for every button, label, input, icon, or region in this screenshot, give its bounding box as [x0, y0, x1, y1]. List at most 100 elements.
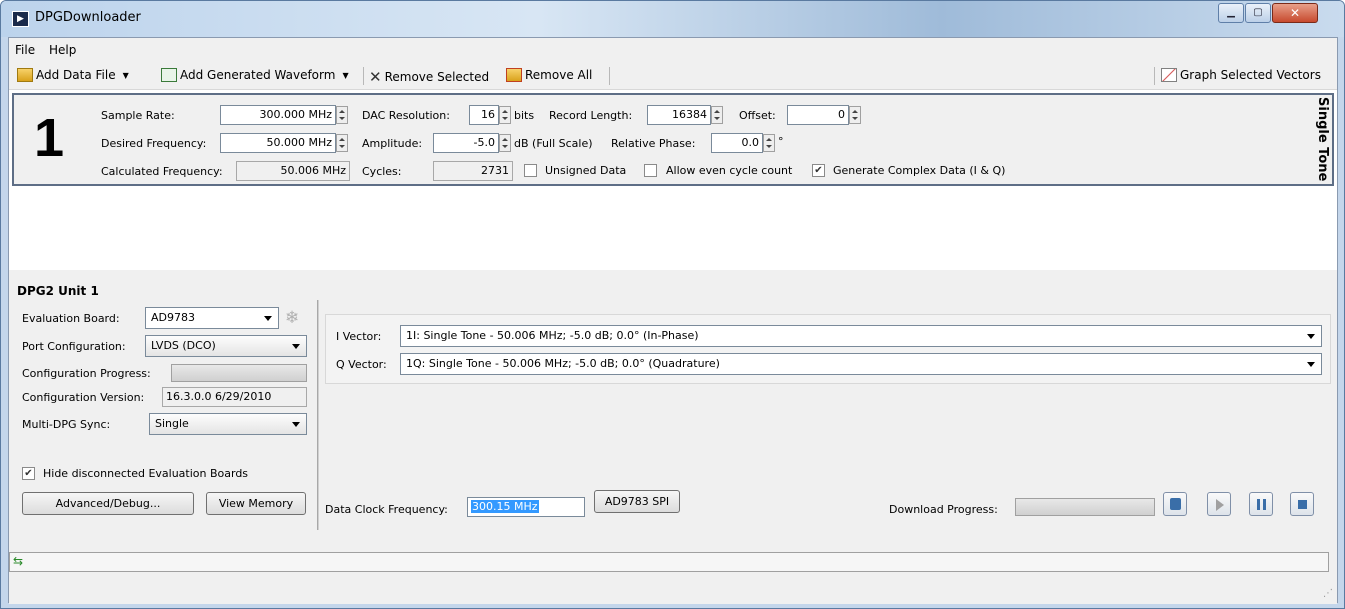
amplitude-input[interactable]: -5.0	[433, 133, 499, 153]
waveform-panel[interactable]: 1 Sample Rate: 300.000 MHz Desired Frequ…	[12, 93, 1334, 186]
remove-selected-button[interactable]: ✕ Remove Selected	[369, 68, 489, 86]
menu-file[interactable]: File	[15, 43, 35, 57]
relative-phase-label: Relative Phase:	[611, 137, 696, 150]
unit-title: DPG2 Unit 1	[17, 284, 99, 298]
add-data-file-label: Add Data File	[36, 68, 116, 82]
i-vector-select[interactable]: 1I: Single Tone - 50.006 MHz; -5.0 dB; 0…	[400, 325, 1322, 347]
snowflake-status-icon: ❄	[285, 308, 300, 328]
offset-label: Offset:	[739, 109, 776, 122]
toolbar: Add Data File ▼ Add Generated Waveform ▼…	[9, 62, 1337, 90]
view-memory-button[interactable]: View Memory	[206, 492, 306, 515]
toolbar-separator	[1154, 67, 1155, 85]
relative-phase-unit: °	[778, 135, 784, 148]
maximize-button[interactable]: ▢	[1245, 3, 1271, 23]
cycles-label: Cycles:	[362, 165, 402, 178]
allow-even-cycle-checkbox[interactable]	[644, 164, 657, 177]
chevron-down-icon	[1307, 334, 1315, 339]
add-generated-waveform-button[interactable]: Add Generated Waveform ▼	[161, 68, 349, 82]
folder-remove-icon	[506, 68, 522, 82]
dac-resolution-label: DAC Resolution:	[362, 109, 450, 122]
calculated-frequency-value: 50.006 MHz	[236, 161, 350, 181]
q-vector-select[interactable]: 1Q: Single Tone - 50.006 MHz; -5.0 dB; 0…	[400, 353, 1322, 375]
relative-phase-input[interactable]: 0.0	[711, 133, 763, 153]
remove-all-label: Remove All	[525, 68, 593, 82]
offset-spinner[interactable]	[849, 106, 861, 124]
pause-button[interactable]	[1249, 492, 1273, 516]
play-button[interactable]	[1207, 492, 1231, 516]
menu-help[interactable]: Help	[49, 43, 76, 57]
desired-frequency-input[interactable]: 50.000 MHz	[220, 133, 336, 153]
chevron-down-icon	[1307, 362, 1315, 367]
close-button[interactable]: ✕	[1272, 3, 1318, 23]
play-icon	[1216, 499, 1224, 511]
minimize-button[interactable]: ▁	[1218, 3, 1244, 23]
configuration-version-label: Configuration Version:	[22, 391, 145, 404]
cycles-value: 2731	[433, 161, 513, 181]
hide-disconnected-checkbox[interactable]: ✔	[22, 467, 35, 480]
generate-complex-label: Generate Complex Data (I & Q)	[833, 164, 1006, 177]
record-length-spinner[interactable]	[711, 106, 723, 124]
relative-phase-spinner[interactable]	[763, 134, 775, 152]
stop-icon	[1298, 500, 1307, 509]
generate-complex-checkbox[interactable]: ✔	[812, 164, 825, 177]
remove-all-button[interactable]: Remove All	[506, 68, 592, 82]
download-button[interactable]	[1163, 492, 1187, 516]
stop-button[interactable]	[1290, 492, 1314, 516]
advanced-debug-button[interactable]: Advanced/Debug...	[22, 492, 194, 515]
chevron-down-icon	[292, 422, 300, 427]
record-length-label: Record Length:	[549, 109, 633, 122]
multi-dpg-sync-label: Multi-DPG Sync:	[22, 418, 111, 431]
offset-input[interactable]: 0	[787, 105, 849, 125]
amplitude-spinner[interactable]	[499, 134, 511, 152]
desired-frequency-spinner[interactable]	[336, 134, 348, 152]
data-clock-frequency-value: 300.15 MHz	[471, 500, 539, 513]
add-data-file-button[interactable]: Add Data File ▼	[17, 68, 129, 82]
vector-selection-panel: I Vector: 1I: Single Tone - 50.006 MHz; …	[325, 314, 1331, 384]
title-bar[interactable]: ▶ DPGDownloader ▁ ▢ ✕	[1, 1, 1344, 37]
ad9783-spi-button[interactable]: AD9783 SPI	[594, 490, 680, 513]
amplitude-label: Amplitude:	[362, 137, 423, 150]
configuration-progress-label: Configuration Progress:	[22, 367, 151, 380]
dac-resolution-spinner[interactable]	[499, 106, 511, 124]
q-vector-label: Q Vector:	[336, 358, 387, 371]
chevron-down-icon	[264, 316, 272, 321]
i-vector-label: I Vector:	[336, 330, 382, 343]
bottom-strip: ⋰	[9, 584, 1337, 604]
waveform-index: 1	[34, 108, 65, 168]
chevron-down-icon[interactable]: ▼	[123, 71, 129, 80]
graph-selected-vectors-label: Graph Selected Vectors	[1180, 68, 1321, 82]
folder-open-icon	[17, 68, 33, 82]
waveform-type-label: Single Tone	[1315, 97, 1330, 182]
chevron-down-icon[interactable]: ▼	[342, 71, 348, 80]
configuration-version-value: 16.3.0.0 6/29/2010	[162, 387, 307, 407]
unsigned-data-checkbox[interactable]	[524, 164, 537, 177]
resize-grip-icon[interactable]: ⋰	[1323, 588, 1333, 599]
panel-splitter[interactable]	[317, 300, 319, 530]
port-configuration-label: Port Configuration:	[22, 340, 126, 353]
toolbar-separator	[609, 67, 610, 85]
multi-dpg-sync-value: Single	[155, 417, 189, 430]
evaluation-board-select[interactable]: AD9783	[145, 307, 279, 329]
data-clock-frequency-label: Data Clock Frequency:	[325, 503, 448, 516]
pause-icon	[1257, 499, 1266, 510]
dac-resolution-input[interactable]: 16	[469, 105, 499, 125]
status-bar: ⇆	[9, 552, 1329, 572]
evaluation-board-value: AD9783	[151, 311, 195, 324]
record-length-input[interactable]: 16384	[647, 105, 711, 125]
multi-dpg-sync-select[interactable]: Single	[149, 413, 307, 435]
app-icon: ▶	[12, 11, 29, 27]
hide-disconnected-label: Hide disconnected Evaluation Boards	[43, 467, 249, 480]
data-clock-frequency-input[interactable]: 300.15 MHz	[467, 497, 585, 517]
connection-status-icon: ⇆	[13, 554, 24, 568]
port-configuration-select[interactable]: LVDS (DCO)	[145, 335, 307, 357]
download-progress-bar	[1015, 498, 1155, 516]
menu-bar: File Help	[9, 38, 1337, 62]
remove-selected-label: Remove Selected	[384, 70, 490, 84]
graph-selected-vectors-button[interactable]: Graph Selected Vectors	[1161, 68, 1321, 82]
evaluation-board-label: Evaluation Board:	[22, 312, 120, 325]
configuration-progress-bar	[171, 364, 307, 382]
sample-rate-spinner[interactable]	[336, 106, 348, 124]
i-vector-value: 1I: Single Tone - 50.006 MHz; -5.0 dB; 0…	[406, 329, 699, 342]
desired-frequency-label: Desired Frequency:	[101, 137, 207, 150]
sample-rate-input[interactable]: 300.000 MHz	[220, 105, 336, 125]
